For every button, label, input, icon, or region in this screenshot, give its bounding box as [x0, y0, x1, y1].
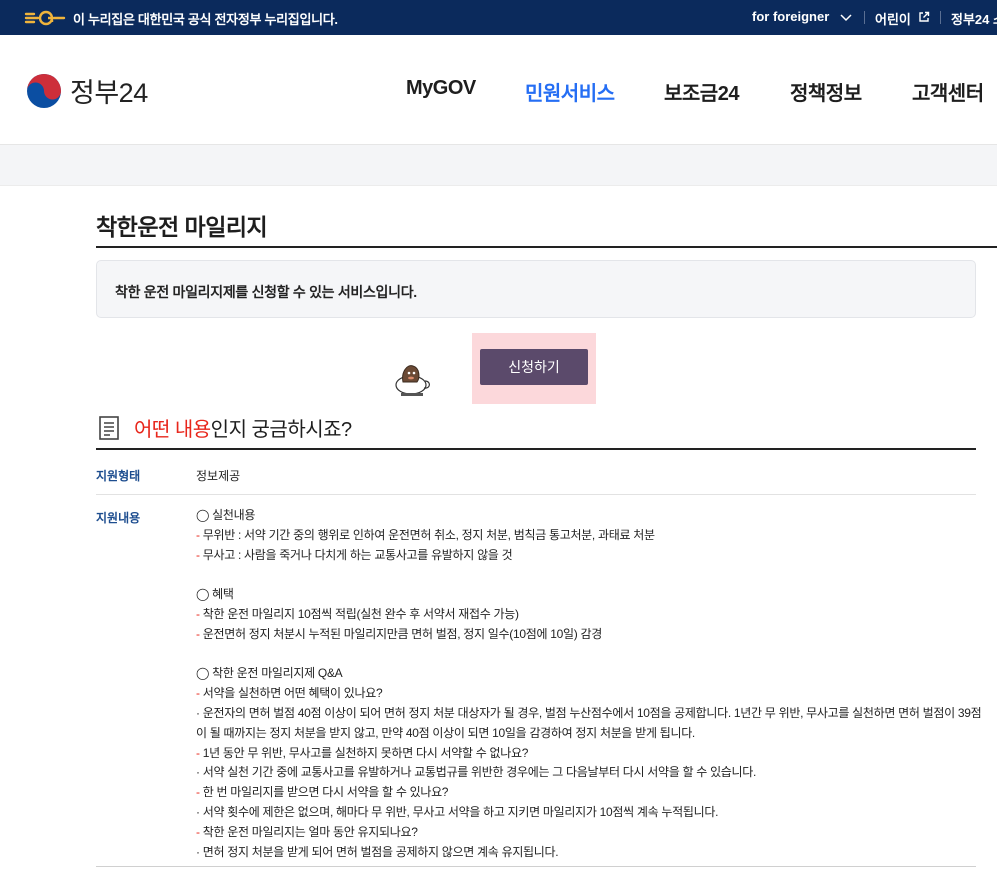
support-content-label: 지원내용	[96, 511, 141, 525]
page-title: 착한운전 마일리지	[96, 214, 268, 240]
content-line: ◯ 착한 운전 마일리지제 Q&A	[196, 666, 343, 681]
site-intro-link[interactable]: 정부24 소개	[951, 9, 997, 28]
section-heading-text: 어떤 내용인지 궁금하시죠?	[134, 413, 352, 442]
document-icon	[99, 415, 119, 440]
section-heading-highlight: 어떤 내용	[134, 419, 211, 441]
content-line: - 무사고 : 사람을 죽거나 다치게 하는 교통사고를 유발하지 않을 것	[196, 547, 513, 562]
gov-banner: 이 누리집은 대한민국 공식 전자정부 누리집입니다. for foreigne…	[0, 0, 997, 35]
chevron-down-icon[interactable]	[840, 14, 852, 22]
for-foreigner-link[interactable]: for foreigner	[752, 9, 829, 24]
nav-civil-service[interactable]: 민원서비스	[525, 77, 615, 106]
nav-policy-info[interactable]: 정책정보	[790, 77, 862, 106]
egov-logo-icon	[24, 10, 66, 26]
content-line: - 착한 운전 마일리지 10점씩 적립(실천 완수 후 서약서 재접수 가능)	[196, 606, 519, 621]
banner-text: 이 누리집은 대한민국 공식 전자정부 누리집입니다.	[73, 12, 338, 27]
support-type-value: 정보제공	[196, 469, 241, 483]
divider	[940, 11, 941, 24]
nav-subsidy24[interactable]: 보조금24	[664, 77, 739, 106]
section-heading: 어떤 내용인지 궁금하시죠?	[98, 413, 352, 442]
content-line: - 서약을 실천하면 어떤 혜택이 있나요?	[196, 686, 383, 701]
site-header: 정부24 MyGOV 민원서비스 보조금24 정책정보 고객센터	[0, 35, 997, 145]
kids-link[interactable]: 어린이	[875, 9, 911, 28]
nav-mygov[interactable]: MyGOV	[406, 77, 476, 100]
service-summary-box: 착한 운전 마일리지제를 신청할 수 있는 서비스입니다.	[96, 260, 976, 318]
logo-text: 정부24	[70, 78, 148, 108]
content-line: - 한 번 마일리지를 받으면 다시 서약을 할 수 있나요?	[196, 785, 449, 800]
external-link-icon	[919, 11, 930, 22]
coffee-mascot-icon	[395, 365, 430, 396]
title-divider	[96, 246, 997, 248]
content-line: ◯ 혜택	[196, 587, 234, 602]
row-divider	[96, 494, 976, 495]
content-line: ◯ 실천내용	[196, 508, 256, 522]
divider	[864, 11, 865, 24]
apply-button[interactable]: 신청하기	[480, 349, 588, 385]
content-line: - 무위반 : 서약 기간 중의 행위로 인하여 운전면허 취소, 정지 처분,…	[196, 527, 655, 542]
section-heading-rest: 인지 궁금하시죠?	[210, 419, 352, 441]
support-type-label: 지원형태	[96, 469, 141, 483]
section-divider	[96, 448, 976, 450]
content-line: - 운전면허 정지 처분시 누적된 마일리지만큼 면허 벌점, 정지 일수(10…	[196, 626, 602, 641]
for-foreigner-label: for foreigner	[752, 9, 830, 24]
content-line: - 착한 운전 마일리지는 얼마 동안 유지되나요?	[196, 824, 418, 839]
content-line: · 서약 실천 기간 중에 교통사고를 유발하거나 교통법규를 위반한 경우에는…	[196, 765, 757, 780]
content-line: · 면허 정지 처분을 받게 되어 면허 벌점을 공제하지 않으면 계속 유지됩…	[196, 844, 559, 859]
content-line: 이 될 때까지는 정지 처분을 받지 않고, 만약 40점 이상이 되면 10일…	[196, 725, 695, 740]
taegeuk-logo-icon	[27, 73, 61, 108]
service-summary-text: 착한 운전 마일리지제를 신청할 수 있는 서비스입니다.	[115, 284, 417, 300]
content-line: - 1년 동안 무 위반, 무사고를 실천하지 못하면 다시 서약할 수 없나요…	[196, 745, 529, 760]
support-content: ◯ 실천내용 - 무위반 : 서약 기간 중의 행위로 인하여 운전면허 취소, …	[196, 506, 986, 862]
nav-customer-center[interactable]: 고객센터	[912, 77, 984, 106]
content-line: · 운전자의 면허 벌점 40점 이상이 되어 면허 정지 처분 대상자가 될 …	[196, 705, 982, 720]
breadcrumb-band	[0, 145, 997, 186]
bottom-divider	[96, 866, 976, 867]
site-logo[interactable]: 정부24	[26, 71, 148, 110]
content-line: · 서약 횟수에 제한은 없으며, 해마다 무 위반, 무사고 서약을 하고 지…	[196, 804, 719, 819]
